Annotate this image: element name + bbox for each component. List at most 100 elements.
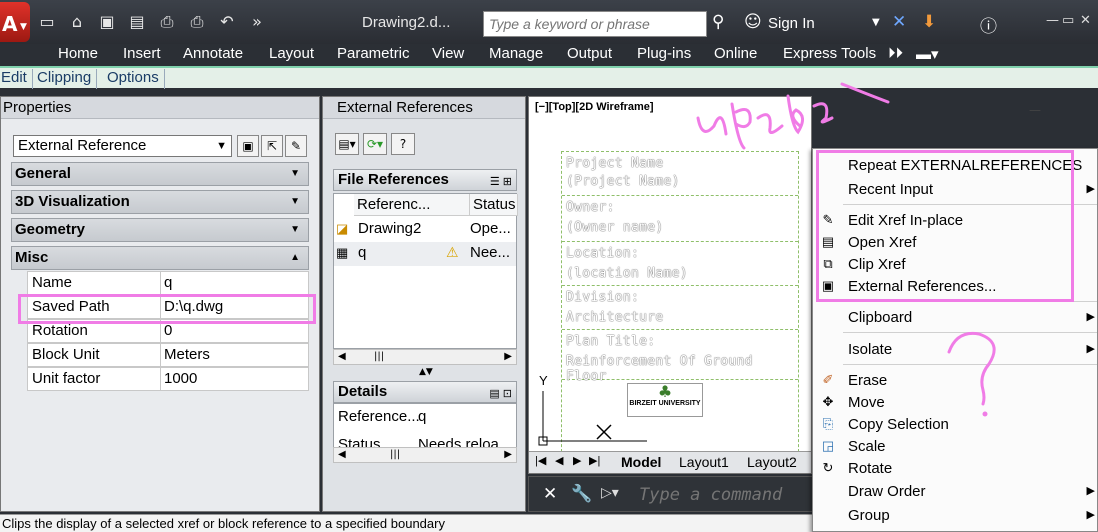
prop-row-unit-factor[interactable]: Unit factor 1000 [27,367,309,391]
tab-view[interactable]: View [432,45,464,62]
erase-icon: ✐ [822,372,834,387]
refresh-icon[interactable]: ⟳▾ [363,133,387,155]
xref-toolbar: ▤▾ ⟳▾ ? [335,133,415,155]
command-input[interactable] [639,483,817,507]
chevron-down-icon: ▼ [20,22,27,32]
column-status[interactable]: Status [470,194,518,216]
ctx-tab-clipping[interactable]: Clipping [32,69,98,89]
sign-in-button[interactable]: Sign In [768,15,815,32]
tab-output[interactable]: Output [567,45,612,62]
category-3d-visualization[interactable]: 3D Visualization ▼ [11,190,309,214]
user-icon[interactable]: ☺ [744,12,762,32]
splitter-icon[interactable]: ▲▼ [419,367,433,377]
tab-layout[interactable]: Layout [269,45,314,62]
search-input[interactable] [484,12,706,36]
object-type-value: External Reference [18,137,147,154]
tab-layout2[interactable]: Layout2 [747,454,797,470]
prev-tab-icon[interactable]: ◀ [555,454,563,467]
category-geometry[interactable]: Geometry ▼ [11,218,309,242]
tab-layout1[interactable]: Layout1 [679,454,729,470]
command-prompt-icon[interactable]: ▷▾ [601,485,619,501]
prop-row-block-unit[interactable]: Block Unit Meters [27,343,309,367]
copy-icon: ⎘ [822,416,834,431]
app-store-icon[interactable]: ⬇ [922,12,936,32]
ctx-tab-edit[interactable]: Edit [0,69,33,89]
last-tab-icon[interactable]: ▶| [589,454,600,467]
tab-manage[interactable]: Manage [489,45,543,62]
search-box[interactable] [483,11,707,37]
column-reference[interactable]: Referenc... [354,194,470,216]
warning-icon: ⚠ [446,244,459,260]
exchange-icon[interactable]: ✕ [892,12,906,32]
list-view-icon[interactable]: ☰ ⊞ [490,172,512,192]
chevron-down-icon[interactable]: ▼ [872,17,880,28]
ucs-icon [538,391,647,446]
command-line: ✕ 🔧 ▷▾ [528,476,818,512]
context-menu-highlight [816,150,1074,302]
file-references-header[interactable]: File References ☰ ⊞ [333,169,517,191]
category-misc[interactable]: Misc ▲ [11,246,309,270]
more-tools-icon[interactable]: » [246,12,268,32]
app-logo: A [2,12,18,36]
tab-home[interactable]: Home [58,45,98,62]
menu-item-rotate[interactable]: ↻ Rotate [813,457,1097,479]
menu-item-scale[interactable]: ◲ Scale [813,435,1097,457]
title-block-cell: Division: Architecture [562,286,798,330]
save-as-icon[interactable]: ▤ [126,12,148,32]
minimize-icon[interactable]: — [1029,103,1041,117]
horizontal-scrollbar[interactable]: ◀ ||| ▶ [333,349,517,365]
viewport-controls-label[interactable]: [−][Top][2D Wireframe] [535,101,654,113]
print-icon[interactable]: ⎙ [186,12,208,32]
undo-icon[interactable]: ↶ [216,12,238,32]
tab-annotate[interactable]: Annotate [183,45,243,62]
details-scrollbar[interactable]: ◀ ||| ▶ [333,447,517,463]
help-icon[interactable]: ? [391,133,415,155]
tab-model[interactable]: Model [621,454,661,470]
ucs-y-axis-label: Y [539,373,548,388]
restore-icon[interactable]: ▭ [1062,13,1074,28]
ctx-tab-options[interactable]: Options [102,69,165,89]
tab-insert[interactable]: Insert [123,45,161,62]
category-general[interactable]: General ▼ [11,162,309,186]
attach-dwg-icon[interactable]: ▤▾ [335,133,359,155]
menu-item-group[interactable]: Group ▶ [813,504,1097,526]
details-view-icon[interactable]: ▤ ⊡ [489,384,512,404]
chevron-down-icon: ▼ [290,224,300,235]
prop-row-name[interactable]: Name q [27,271,309,295]
quick-select-icon[interactable]: ✎ [285,135,307,157]
scale-icon: ◲ [821,438,835,453]
customize-icon[interactable]: 🔧 [571,484,592,504]
quick-access-toolbar: ▭ ⌂ ▣ ▤ ⎙ ⎙ ↶ » [36,12,268,32]
external-references-palette: External References ▤▾ ⟳▾ ? File Referen… [322,96,526,512]
new-file-icon[interactable]: ▭ [36,12,58,32]
binoculars-icon[interactable]: ⚲ [712,12,724,32]
ribbon-toggle-icon[interactable]: ▬▾ [916,45,939,63]
chevron-right-icon: ▶ [1086,343,1095,355]
close-icon[interactable]: ✕ [1080,13,1091,28]
open-file-icon[interactable]: ⌂ [66,12,88,32]
select-objects-icon[interactable]: ⇱ [261,135,283,157]
file-references-list: Referenc... Status ◪ Drawing2 Ope... ▦ q… [333,193,518,349]
title-block-cell: Project Name (Project Name) [562,152,798,196]
toggle-pickadd-icon[interactable]: ▣ [237,135,259,157]
drawing-icon: ◪ [336,221,349,236]
first-tab-icon[interactable]: |◀ [535,454,546,467]
move-icon: ✥ [822,394,834,409]
list-item[interactable]: ▦ q ⚠ Nee... [334,242,516,266]
application-menu-button[interactable]: A ▼ [0,2,30,42]
chevron-right-icon: ▶ [1086,509,1095,521]
object-type-select[interactable]: External Reference ▼ [13,135,232,157]
tab-plug-ins[interactable]: Plug-ins [637,45,691,62]
save-icon[interactable]: ▣ [96,12,118,32]
close-icon[interactable]: ✕ [543,484,557,504]
publish-icon[interactable]: ⎙ [156,12,178,32]
chevron-down-icon: ▼ [290,168,300,179]
details-header[interactable]: Details ▤ ⊡ [333,381,517,403]
next-tab-icon[interactable]: ▶ [573,454,581,467]
minimize-icon[interactable]: — [1046,13,1059,28]
xref-title: External References [323,97,525,119]
tab-parametric[interactable]: Parametric [337,45,410,62]
help-icon[interactable]: ⓘ [980,12,997,37]
list-item[interactable]: ◪ Drawing2 Ope... [334,218,516,242]
menu-item-draw-order[interactable]: Draw Order ▶ [813,480,1097,502]
